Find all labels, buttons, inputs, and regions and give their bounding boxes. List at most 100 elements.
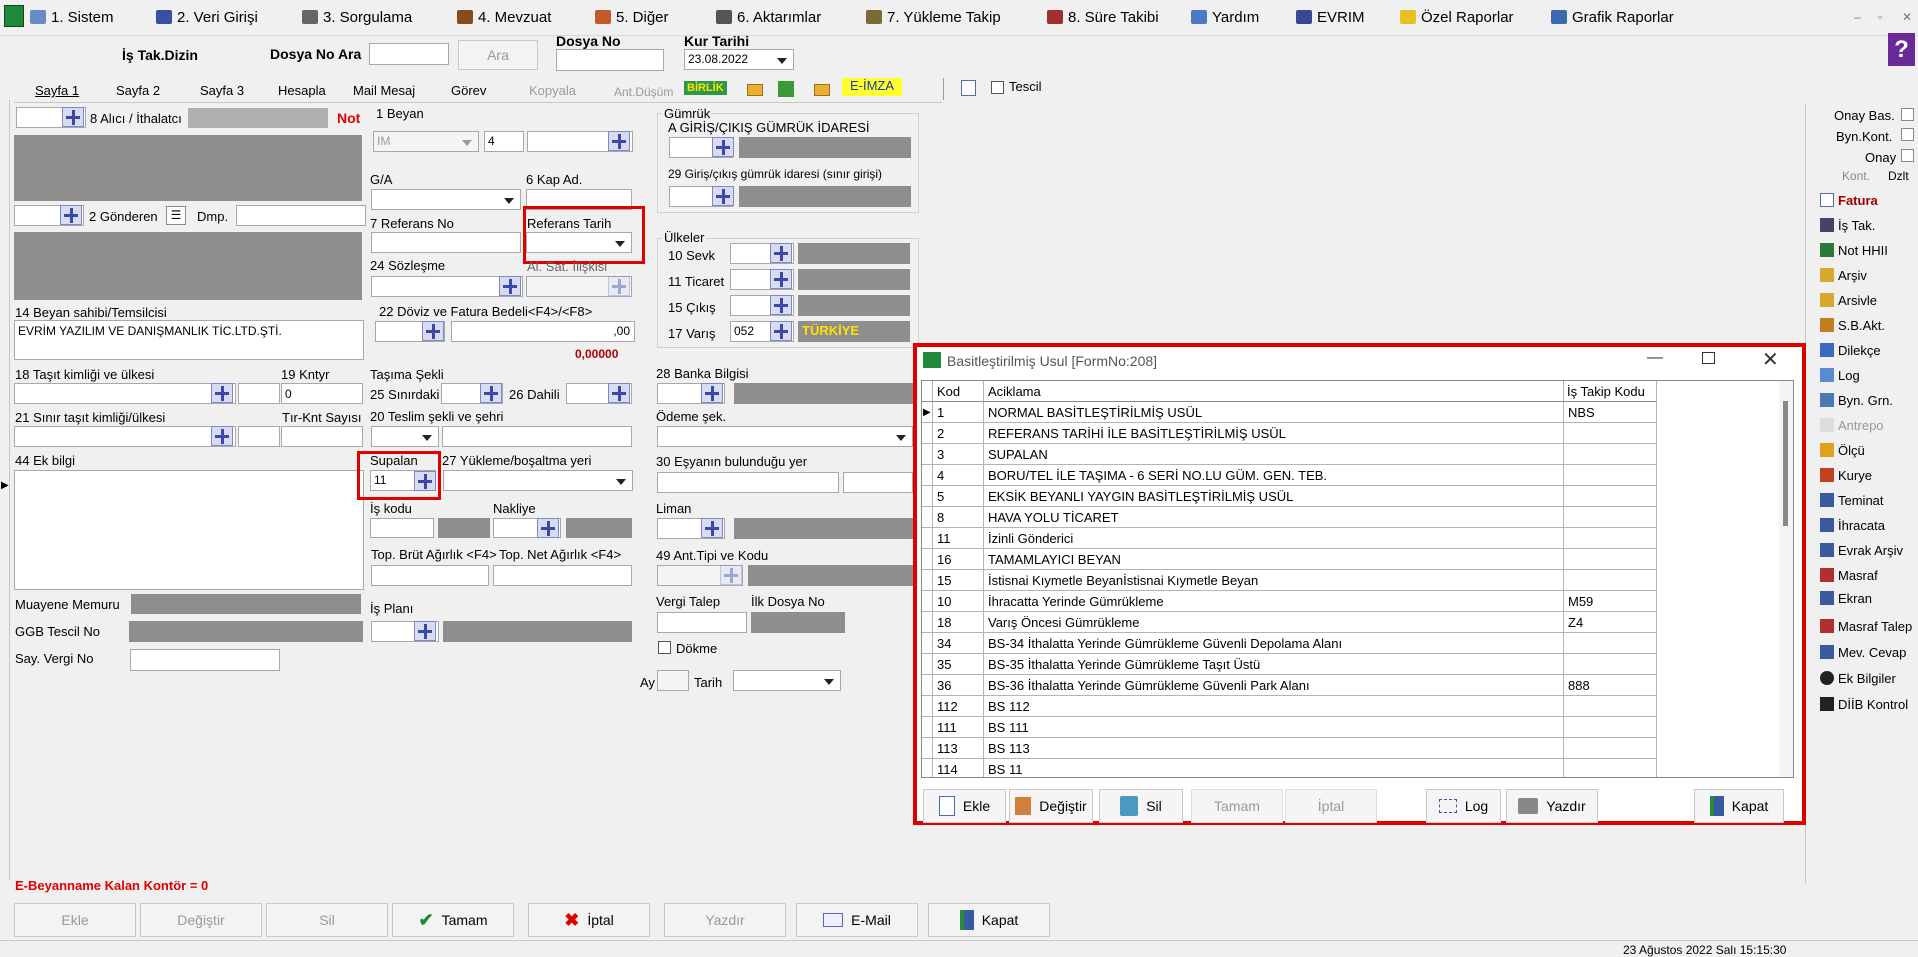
- rp-ek-bilgiler[interactable]: Ek Bilgiler: [1820, 671, 1896, 686]
- rp-is-tak[interactable]: İş Tak.: [1820, 218, 1875, 233]
- menu-veri-girisi[interactable]: 2. Veri Girişi: [156, 9, 258, 26]
- sinir-tasit-lookup-button[interactable]: [211, 426, 233, 446]
- table-row[interactable]: 36 BS-36 İthalatta Yerinde Gümrükleme Güv…: [922, 675, 1657, 696]
- dosya-no-ara-input[interactable]: [369, 43, 449, 65]
- degistir-button[interactable]: Değiştir: [140, 903, 262, 937]
- col-aciklama[interactable]: Aciklama: [984, 381, 1564, 402]
- table-row[interactable]: ▶ 1 NORMAL BASİTLEŞTİRİLMİŞ USÜL NBS: [922, 402, 1657, 423]
- rp-dilekce[interactable]: Dilekçe: [1820, 343, 1881, 358]
- table-row[interactable]: 2 REFERANS TARİHİ İLE BASİTLEŞTİRİLMİŞ US…: [922, 423, 1657, 444]
- menu-diger[interactable]: 5. Diğer: [595, 9, 669, 26]
- rp-mev-cevap[interactable]: Mev. Cevap: [1820, 645, 1906, 660]
- table-row[interactable]: 111 BS 111: [922, 717, 1657, 738]
- tab-ant-dusum[interactable]: Ant.Düşüm: [614, 85, 673, 99]
- rp-evrak-arsiv[interactable]: Evrak Arşiv: [1820, 543, 1903, 558]
- dialog-kapat-button[interactable]: Kapat: [1694, 789, 1784, 823]
- onay-checkbox[interactable]: [1901, 149, 1914, 162]
- rp-ihracata[interactable]: İhracata: [1820, 518, 1885, 533]
- table-row[interactable]: 8 HAVA YOLU TİCARET: [922, 507, 1657, 528]
- kapat-button[interactable]: Kapat: [928, 903, 1050, 937]
- table-row[interactable]: 4 BORU/TEL İLE TAŞIMA - 6 SERİ NO.LU GÜM.…: [922, 465, 1657, 486]
- email-button[interactable]: E-Mail: [796, 903, 918, 937]
- tamam-button[interactable]: ✔ Tamam: [392, 903, 514, 937]
- dialog-sil-button[interactable]: Sil: [1099, 789, 1183, 823]
- dahili-lookup-button[interactable]: [608, 383, 630, 403]
- sil-button[interactable]: Sil: [266, 903, 388, 937]
- tab-hesapla[interactable]: Hesapla: [278, 83, 326, 98]
- table-row[interactable]: 3 SUPALAN: [922, 444, 1657, 465]
- alici-lookup-button[interactable]: [62, 107, 84, 127]
- table-row[interactable]: 34 BS-34 İthalatta Yerinde Gümrükleme Güv…: [922, 633, 1657, 654]
- table-row[interactable]: 16 TAMAMLAYICI BEYAN: [922, 549, 1657, 570]
- is-tak-dizin-label[interactable]: İş Tak.Dizin: [122, 47, 198, 63]
- giris-cikis-sinir-lookup-button[interactable]: [712, 186, 734, 206]
- banka-lookup-button[interactable]: [701, 383, 723, 403]
- tasit-lookup-button[interactable]: [211, 383, 233, 403]
- menu-mevzuat[interactable]: 4. Mevzuat: [457, 9, 551, 26]
- tarih-select[interactable]: [733, 670, 841, 691]
- document-search-icon[interactable]: [961, 80, 976, 96]
- ticaret-lookup-button[interactable]: [770, 269, 792, 289]
- rp-diib-kontrol[interactable]: DİİB Kontrol: [1820, 697, 1908, 712]
- ga-select[interactable]: [371, 189, 521, 210]
- dialog-iptal-button[interactable]: İptal: [1285, 789, 1377, 823]
- yukleme-select[interactable]: [443, 470, 633, 491]
- tab-gorev[interactable]: Görev: [451, 83, 486, 98]
- beyan-no-input[interactable]: 4: [484, 131, 524, 152]
- byn-kont-checkbox[interactable]: [1901, 128, 1914, 141]
- gonderen-lookup-button[interactable]: [60, 205, 82, 225]
- menu-sure-takibi[interactable]: 8. Süre Takibi: [1047, 9, 1159, 26]
- menu-yukleme-takip[interactable]: 7. Yükleme Takip: [866, 9, 1001, 26]
- esya-yer-code-input[interactable]: [843, 472, 913, 493]
- tasit-input[interactable]: [14, 383, 236, 404]
- list-icon[interactable]: ☰: [166, 206, 186, 225]
- tab-sayfa1[interactable]: Sayfa 1: [35, 83, 79, 98]
- dialog-close-icon[interactable]: ✕: [1762, 347, 1779, 372]
- say-vergi-input[interactable]: [130, 649, 280, 671]
- rp-kurye[interactable]: Kurye: [1820, 468, 1872, 483]
- menu-ozel-raporlar[interactable]: Özel Raporlar: [1400, 9, 1514, 26]
- tasit-country-input[interactable]: [238, 383, 280, 404]
- dialog-degistir-button[interactable]: Değiştir: [1009, 789, 1093, 823]
- rp-log[interactable]: Log: [1820, 368, 1860, 383]
- menu-yardim[interactable]: Yardım: [1191, 9, 1259, 26]
- supalan-lookup-button[interactable]: [414, 471, 436, 491]
- rp-fatura[interactable]: Fatura: [1820, 193, 1878, 208]
- ek-bilgi-textarea[interactable]: [14, 470, 364, 590]
- kur-tarihi-select[interactable]: 23.08.2022: [684, 49, 794, 70]
- tab-sayfa2[interactable]: Sayfa 2: [116, 83, 160, 98]
- close-icon[interactable]: ✕: [1902, 10, 1912, 24]
- rp-antrepo[interactable]: Antrepo: [1820, 418, 1884, 433]
- rp-masraf[interactable]: Masraf: [1820, 568, 1878, 583]
- left-splitter-arrow-icon[interactable]: ▶: [1, 480, 9, 491]
- tab-mail-mesaj[interactable]: Mail Mesaj: [353, 83, 415, 98]
- table-row[interactable]: 112 BS 112: [922, 696, 1657, 717]
- rp-not[interactable]: Not HHII: [1820, 243, 1888, 258]
- sozlesme-lookup-button[interactable]: [499, 276, 521, 296]
- dokme-checkbox[interactable]: [658, 641, 671, 654]
- is-kodu-input[interactable]: [370, 518, 434, 538]
- dialog-log-button[interactable]: Log: [1426, 789, 1501, 823]
- rp-arsivle[interactable]: Arsivle: [1820, 293, 1877, 308]
- usul-grid[interactable]: Kod Aciklama İş Takip Kodu ▶ 1 NORMAL BASİ…: [921, 380, 1794, 778]
- rp-arsiv[interactable]: Arşiv: [1820, 268, 1867, 283]
- vergi-talep-input[interactable]: [657, 612, 747, 633]
- beyan-sahibi-textarea[interactable]: EVRİM YAZILIM VE DANIŞMANLIK TİC.LTD.ŞTİ…: [14, 320, 364, 360]
- folder-export-icon[interactable]: [814, 84, 830, 96]
- tab-kopyala[interactable]: Kopyala: [529, 83, 576, 98]
- teslim-select[interactable]: [371, 426, 439, 447]
- ekle-button[interactable]: Ekle: [14, 903, 136, 937]
- eimza-badge[interactable]: E-İMZA: [842, 78, 902, 96]
- cikis-lookup-button[interactable]: [770, 295, 792, 315]
- restore-icon[interactable]: ▫: [1878, 10, 1882, 24]
- teslim-city-input[interactable]: [442, 426, 632, 447]
- dialog-ekle-button[interactable]: Ekle: [923, 789, 1006, 823]
- table-row[interactable]: 35 BS-35 İthalatta Yerinde Gümrükleme Taş…: [922, 654, 1657, 675]
- menu-sorgulama[interactable]: 3. Sorgulama: [302, 9, 412, 26]
- net-input[interactable]: [493, 565, 632, 586]
- onay-bas-checkbox[interactable]: [1901, 108, 1914, 121]
- folder-icon[interactable]: [747, 84, 763, 96]
- referans-tarih-select[interactable]: [526, 232, 632, 253]
- birlik-badge[interactable]: BİRLİK: [684, 81, 727, 95]
- ara-button[interactable]: Ara: [458, 40, 538, 70]
